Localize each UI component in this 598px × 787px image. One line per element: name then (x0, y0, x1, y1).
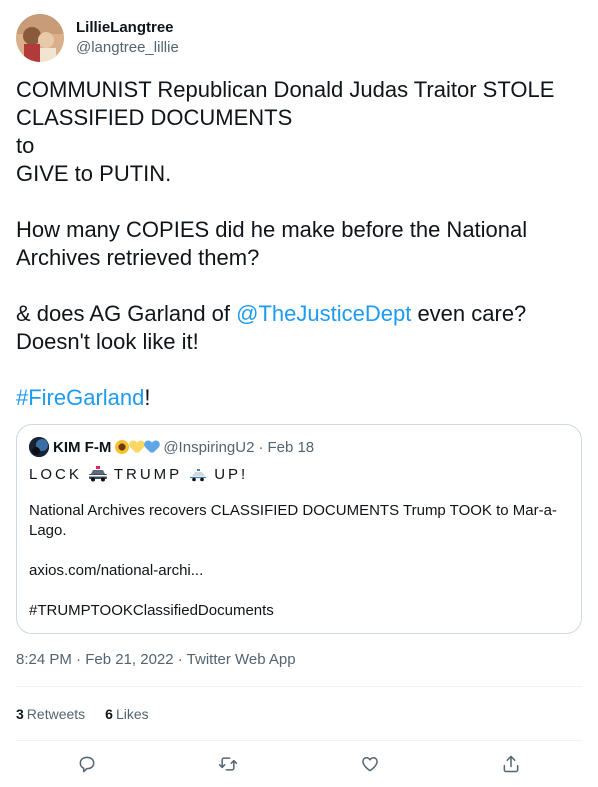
likes-stat[interactable]: 6 Likes (105, 704, 148, 724)
tweet-text-segment: ! (144, 385, 151, 410)
quoted-author-name: KIM F-M (53, 438, 112, 456)
reply-icon (79, 756, 95, 773)
likes-label: Likes (115, 706, 149, 722)
tweet-header: LillieLangtree @langtree_lillie (16, 12, 179, 64)
name-emojis (115, 440, 159, 454)
hashtag-link[interactable]: #FireGarland (16, 385, 144, 410)
tweet-paragraph: #FireGarland! (16, 384, 582, 412)
mention-link[interactable]: @TheJusticeDept (236, 301, 411, 326)
action-bar (16, 748, 582, 780)
quoted-author-handle: @InspiringU2 (163, 438, 255, 456)
share-button[interactable] (494, 747, 528, 781)
like-button[interactable] (353, 747, 387, 781)
like-icon (361, 757, 378, 772)
yellow-heart-icon (130, 440, 144, 454)
retweets-label: Retweets (26, 706, 86, 722)
headline-word: UP! (214, 465, 249, 483)
retweet-button[interactable] (211, 747, 245, 781)
blue-heart-icon (145, 440, 159, 454)
headline-word: TRUMP (113, 465, 183, 483)
retweet-icon (219, 757, 238, 771)
tweet-timestamp[interactable]: 8:24 PM · Feb 21, 2022 · Twitter Web App (16, 650, 296, 670)
engagement-stats: 3 Retweets 6 Likes (16, 704, 149, 724)
tweet-paragraph: & does AG Garland of @TheJusticeDept eve… (16, 300, 582, 356)
author-handle[interactable]: @langtree_lillie (76, 38, 179, 58)
quoted-tweet-hashtag: #TRUMPTOOKClassifiedDocuments (29, 602, 274, 619)
divider (16, 686, 582, 687)
quoted-tweet-body: National Archives recovers CLASSIFIED DO… (29, 501, 569, 621)
tweet-paragraph: COMMUNIST Republican Donald Judas Traito… (16, 77, 555, 186)
reply-button[interactable] (70, 747, 104, 781)
separator-dot: · (258, 438, 264, 456)
divider (16, 740, 582, 741)
likes-count: 6 (105, 706, 113, 722)
retweets-count: 3 (16, 706, 24, 722)
quoted-tweet[interactable]: KIM F-M @InspiringU2 · Feb 18 LOCK TRUMP (16, 424, 582, 634)
quoted-tweet-paragraph: National Archives recovers CLASSIFIED DO… (29, 502, 557, 539)
quoted-tweet-link: axios.com/national-archi... (29, 562, 204, 579)
share-icon (503, 755, 519, 773)
quoted-author-avatar (29, 437, 49, 457)
tweet-paragraph: How many COPIES did he make before the N… (16, 217, 528, 270)
police-car-side-icon (190, 469, 207, 482)
author-display-name[interactable]: LillieLangtree (76, 18, 179, 38)
quoted-tweet-date: Feb 18 (267, 438, 315, 456)
police-car-icon (88, 466, 107, 482)
tweet-body: COMMUNIST Republican Donald Judas Traito… (16, 76, 582, 412)
sunflower-icon (115, 440, 130, 454)
tweet-text-segment: & does AG Garland of (16, 301, 237, 326)
author-avatar[interactable] (16, 14, 64, 62)
retweets-stat[interactable]: 3 Retweets (16, 704, 85, 724)
quoted-tweet-header: KIM F-M @InspiringU2 · Feb 18 (29, 437, 569, 457)
headline-word: LOCK (29, 465, 82, 483)
quoted-tweet-headline: LOCK TRUMP UP! (29, 463, 569, 485)
